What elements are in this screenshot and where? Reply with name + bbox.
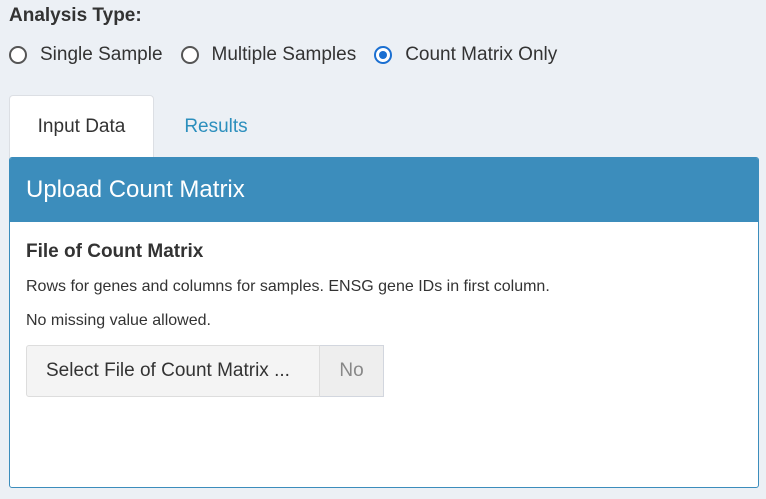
radio-multiple-samples[interactable]: Multiple Samples [180, 44, 357, 66]
help-text-columns: Rows for genes and columns for samples. … [26, 278, 550, 295]
radio-multiple-samples-indicator[interactable] [180, 46, 199, 64]
radio-multiple-samples-label[interactable]: Multiple Samples [212, 44, 357, 66]
file-field-label: File of Count Matrix [26, 241, 204, 262]
select-file-button[interactable]: Select File of Count Matrix ... [26, 345, 320, 397]
panel-header: Upload Count Matrix [10, 158, 758, 222]
tab-input-data[interactable]: Input Data [9, 95, 154, 158]
radio-single-sample-indicator[interactable] [9, 46, 27, 64]
radio-single-sample[interactable]: Single Sample [9, 44, 163, 66]
radio-count-matrix-only[interactable]: Count Matrix Only [374, 44, 557, 66]
analysis-type-label: Analysis Type: [9, 5, 142, 26]
help-text-missing-values: No missing value allowed. [26, 312, 211, 329]
panel-title: Upload Count Matrix [26, 176, 245, 203]
file-input-group: Select File of Count Matrix ... No [26, 345, 758, 397]
radio-count-matrix-only-label[interactable]: Count Matrix Only [405, 44, 557, 66]
file-status-field: No [320, 345, 384, 397]
tab-results[interactable]: Results [154, 95, 278, 158]
radio-single-sample-label[interactable]: Single Sample [40, 44, 163, 66]
tab-bar: Input Data Results [9, 95, 278, 158]
analysis-type-radio-group: Single Sample Multiple Samples Count Mat… [9, 42, 575, 68]
radio-count-matrix-only-indicator[interactable] [374, 46, 393, 64]
panel-body: File of Count Matrix Rows for genes and … [10, 222, 758, 397]
upload-count-matrix-panel: Upload Count Matrix File of Count Matrix… [9, 157, 759, 488]
